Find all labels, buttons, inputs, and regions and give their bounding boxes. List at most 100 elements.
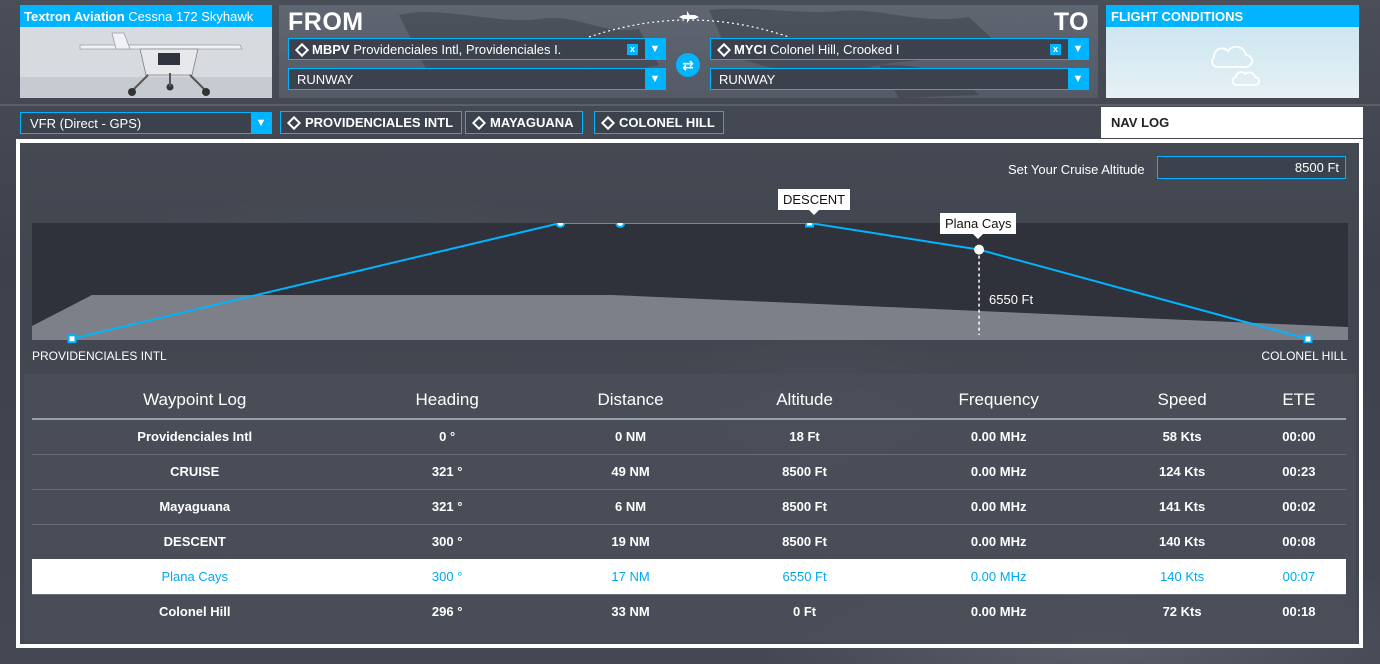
aircraft-title: Textron Aviation Cessna 172 Skyhawk bbox=[20, 5, 272, 27]
table-row[interactable]: Providenciales Intl 0 ° 0 NM 18 Ft 0.00 MHz 5… bbox=[32, 419, 1346, 455]
table-cell: 140 Kts bbox=[1112, 559, 1252, 595]
table-cell: 0.00 MHz bbox=[884, 489, 1113, 525]
chevron-down-icon[interactable]: ▼ bbox=[251, 113, 271, 133]
aircraft-card[interactable]: Textron Aviation Cessna 172 Skyhawk bbox=[20, 5, 272, 98]
table-cell: 0.00 MHz bbox=[884, 419, 1113, 455]
column-header: Frequency bbox=[884, 382, 1113, 420]
departure-runway-select[interactable]: RUNWAY ▼ bbox=[288, 68, 666, 90]
departure-name: Providenciales Intl, Providenciales I. bbox=[353, 42, 562, 57]
waypoint-chip-label: MAYAGUANA bbox=[490, 115, 574, 130]
arrival-name: Colonel Hill, Crooked I bbox=[770, 42, 900, 57]
waypoint-chip[interactable]: COLONEL HILL bbox=[594, 111, 724, 134]
departure-airport-field[interactable]: MBPV Providenciales Intl, Providenciales… bbox=[288, 38, 666, 60]
profile-point[interactable] bbox=[555, 223, 566, 228]
clear-departure-icon[interactable]: x bbox=[627, 44, 638, 55]
table-cell: 0.00 MHz bbox=[970, 604, 1027, 620]
profile-start-label: PROVIDENCIALES INTL bbox=[32, 349, 167, 363]
table-cell: CRUISE bbox=[32, 454, 358, 490]
from-label: FROM bbox=[288, 8, 364, 36]
chevron-down-icon[interactable]: ▼ bbox=[1068, 39, 1088, 59]
table-cell: 321 ° bbox=[357, 454, 537, 490]
flight-type-value: VFR (Direct - GPS) bbox=[30, 116, 142, 131]
table-cell: 6 NM bbox=[536, 489, 725, 525]
table-cell: 19 NM bbox=[536, 524, 725, 560]
table-cell: 124 Kts bbox=[1112, 454, 1252, 490]
arrival-runway-value: RUNWAY bbox=[719, 72, 776, 87]
table-cell: 8500 Ft bbox=[724, 489, 885, 525]
swap-route-icon[interactable]: ⇄ bbox=[676, 53, 700, 77]
arrival-runway-select[interactable]: RUNWAY ▼ bbox=[710, 68, 1089, 90]
tab-nav-log[interactable]: NAV LOG bbox=[1101, 107, 1363, 138]
waypoint-log: Waypoint Log Heading Distance Altitude F… bbox=[24, 374, 1356, 642]
waypoint-chip[interactable]: MAYAGUANA bbox=[465, 111, 583, 134]
table-cell: 72 Kts bbox=[1162, 604, 1202, 620]
column-header: Speed bbox=[1112, 382, 1252, 420]
departure-code: MBPV bbox=[312, 42, 350, 57]
profile-point[interactable] bbox=[615, 223, 626, 228]
table-cell: 18 Ft bbox=[724, 419, 885, 455]
waypoint-chip-label: COLONEL HILL bbox=[619, 115, 715, 130]
table-cell: 0 NM bbox=[536, 419, 725, 455]
table-row[interactable]: Mayaguana 321 ° 6 NM 8500 Ft 0.00 MHz 141 Kts… bbox=[32, 489, 1346, 525]
column-header: Altitude bbox=[724, 382, 885, 420]
profile-point[interactable] bbox=[805, 223, 815, 228]
table-cell: Colonel Hill bbox=[158, 604, 231, 620]
arrival-code: MYCI bbox=[734, 42, 767, 57]
profile-point[interactable] bbox=[974, 244, 985, 255]
flight-conditions-title: FLIGHT CONDITIONS bbox=[1106, 5, 1359, 27]
cruise-altitude-input[interactable] bbox=[1157, 156, 1346, 179]
table-header-row: Waypoint Log Heading Distance Altitude F… bbox=[32, 382, 1346, 420]
table-cell: Mayaguana bbox=[32, 489, 358, 525]
flight-type-select[interactable]: VFR (Direct - GPS) ▼ bbox=[20, 112, 272, 134]
nav-log-panel: Set Your Cruise Altitude PROVIDENCIALES … bbox=[16, 139, 1363, 648]
table-cell: 0 Ft bbox=[792, 604, 817, 620]
descent-tooltip: DESCENT bbox=[778, 189, 851, 215]
table-cell: 321 ° bbox=[357, 489, 537, 525]
waypoint-icon bbox=[471, 115, 487, 131]
table-cell: 0.00 MHz bbox=[884, 524, 1113, 560]
to-label: TO bbox=[1053, 8, 1089, 36]
altitude-readout: 6550 Ft bbox=[989, 292, 1034, 307]
table-row[interactable]: Colonel Hill 296 ° 33 NM 0 Ft 0.00 MHz 72 Kts… bbox=[32, 594, 1346, 629]
table-cell: Providenciales Intl bbox=[32, 419, 358, 455]
table-cell: 33 NM bbox=[611, 604, 650, 620]
table-row[interactable]: DESCENT 300 ° 19 NM 8500 Ft 0.00 MHz 140 Kts 0… bbox=[32, 524, 1346, 560]
table-cell: 0 ° bbox=[357, 419, 537, 455]
table-cell: 00:18 bbox=[1282, 604, 1316, 620]
column-header: ETE bbox=[1251, 382, 1346, 420]
chevron-down-icon[interactable]: ▼ bbox=[645, 39, 665, 59]
waypoint-chip[interactable]: PROVIDENCIALES INTL bbox=[280, 111, 463, 134]
table-cell: 8500 Ft bbox=[724, 454, 885, 490]
airport-icon bbox=[294, 42, 310, 58]
altitude-profile-chart[interactable] bbox=[32, 223, 1348, 343]
waypoint-icon bbox=[286, 115, 302, 131]
table-cell: 0.00 MHz bbox=[884, 454, 1113, 490]
table-cell: 300 ° bbox=[357, 559, 537, 595]
table-cell: 58 Kts bbox=[1112, 419, 1252, 455]
chevron-down-icon[interactable]: ▼ bbox=[645, 69, 665, 89]
table-row[interactable]: Plana Cays 300 ° 17 NM 6550 Ft 0.00 MHz 140 K… bbox=[32, 559, 1346, 595]
column-header: Waypoint Log bbox=[32, 382, 358, 420]
profile-point[interactable] bbox=[1303, 334, 1313, 343]
table-cell: 300 ° bbox=[357, 524, 537, 560]
arrival-airport-field[interactable]: MYCI Colonel Hill, Crooked I x ▼ bbox=[710, 38, 1089, 60]
waypoint-tooltip: Plana Cays bbox=[940, 213, 1017, 239]
chevron-down-icon[interactable]: ▼ bbox=[1068, 69, 1088, 89]
table-cell: Plana Cays bbox=[32, 559, 358, 595]
table-cell: 00:07 bbox=[1251, 559, 1346, 595]
table-cell: 49 NM bbox=[536, 454, 725, 490]
profile-point[interactable] bbox=[67, 334, 77, 343]
aircraft-icon bbox=[20, 27, 272, 98]
table-cell: 6550 Ft bbox=[724, 559, 885, 595]
table-cell: 296 ° bbox=[431, 604, 463, 620]
aircraft-brand: Textron Aviation bbox=[24, 9, 125, 24]
flight-conditions-card[interactable]: FLIGHT CONDITIONS bbox=[1106, 5, 1359, 98]
table-cell: 17 NM bbox=[536, 559, 725, 595]
table-cell: 00:02 bbox=[1251, 489, 1346, 525]
departure-runway-value: RUNWAY bbox=[297, 72, 354, 87]
table-cell: 8500 Ft bbox=[724, 524, 885, 560]
route-panel: FROM TO MBPV Providenciales Intl, Provid… bbox=[279, 5, 1098, 98]
table-row[interactable]: CRUISE 321 ° 49 NM 8500 Ft 0.00 MHz 124 Kts 00… bbox=[32, 454, 1346, 490]
clear-arrival-icon[interactable]: x bbox=[1050, 44, 1061, 55]
table-cell: 00:23 bbox=[1251, 454, 1346, 490]
